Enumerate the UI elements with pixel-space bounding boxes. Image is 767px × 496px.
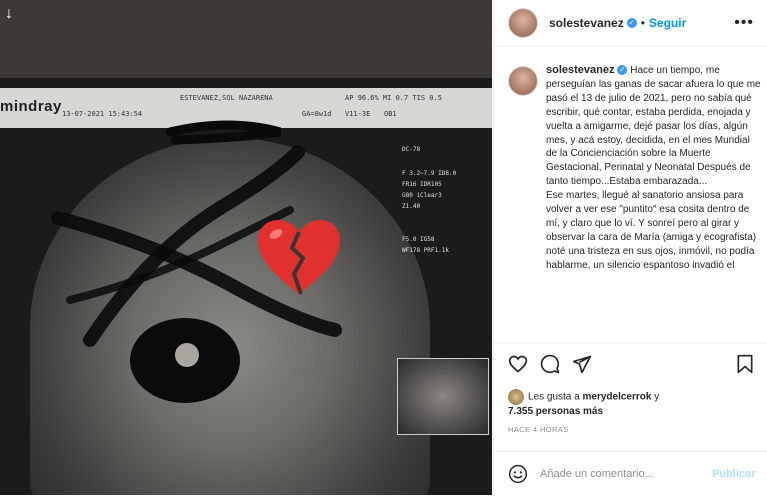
caption-text: Hace un tiempo, me perseguían las ganas … — [546, 65, 761, 188]
post-caption: solestevanez ✓ Hace un tiempo, me persegu… — [508, 64, 762, 342]
likes-connector: y — [654, 391, 660, 403]
caption-username[interactable]: solestevanez — [546, 64, 614, 76]
caption-body: solestevanez ✓ Hace un tiempo, me persegu… — [546, 64, 762, 273]
post-timestamp[interactable]: HACE 4 HORAS — [508, 425, 569, 434]
caption-avatar[interactable] — [508, 66, 538, 96]
action-bar — [494, 343, 767, 386]
verified-badge-icon: ✓ — [626, 18, 637, 28]
heart-icon[interactable] — [508, 354, 528, 374]
scribble-overlay — [51, 120, 342, 347]
caption-paragraph: Ese martes, llegué al sanatorio ansiosa … — [546, 190, 757, 271]
verified-badge-icon: ✓ — [617, 65, 628, 76]
liker-username[interactable]: merydelcerrok — [583, 392, 652, 403]
bookmark-icon[interactable] — [736, 354, 754, 374]
comment-bar: Publicar — [494, 451, 767, 496]
likes-summary: Les gusta a merydelcerrok y 7.355 person… — [508, 389, 758, 419]
redaction-scribble — [165, 120, 282, 145]
likes-prefix: Les gusta a — [528, 391, 580, 403]
publish-button[interactable]: Publicar — [712, 468, 755, 480]
more-options-icon[interactable]: ••• — [734, 14, 754, 32]
likes-count[interactable]: 7.355 personas más — [508, 406, 603, 417]
broken-heart-icon — [258, 220, 340, 295]
caption-paragraph: solestevanez ✓ Hace un tiempo, me persegu… — [546, 64, 762, 189]
share-icon[interactable] — [572, 354, 592, 374]
emoji-icon[interactable] — [508, 464, 528, 484]
comment-icon[interactable] — [540, 354, 560, 374]
author-avatar[interactable] — [508, 8, 538, 38]
separator-dot: • — [640, 16, 645, 30]
follow-button[interactable]: Seguir — [649, 16, 686, 30]
comment-input[interactable] — [538, 467, 702, 481]
author-username[interactable]: solestevanez — [549, 16, 624, 30]
liker-avatar[interactable] — [508, 389, 524, 405]
post-photo[interactable]: ↓ mindray ESTEVANEZ,SOL NAZARENA AP 96.6… — [0, 0, 492, 495]
post-side-pane: solestevanez ✓ • Seguir ••• solestevanez… — [493, 0, 767, 495]
post-header: solestevanez ✓ • Seguir ••• — [494, 0, 767, 47]
